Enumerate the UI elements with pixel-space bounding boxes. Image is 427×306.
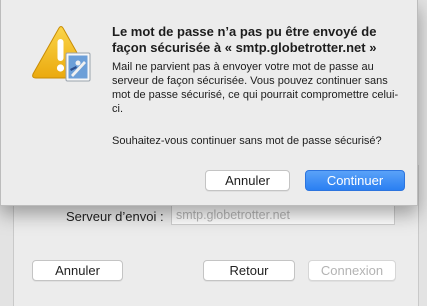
alert-question: Souhaitez-vous continuer sans mot de pas…: [112, 135, 382, 147]
outgoing-server-field[interactable]: smtp.globetrotter.net: [171, 205, 395, 225]
alert-title: Le mot de passe n’a pas pu être envoyé d…: [112, 24, 377, 55]
cancel-button[interactable]: Annuler: [205, 170, 290, 191]
outgoing-server-label: Serveur d’envoi :: [66, 209, 164, 224]
mail-stamp-icon: [65, 52, 91, 82]
connect-button[interactable]: Connexion: [308, 260, 396, 281]
continue-button[interactable]: Continuer: [305, 170, 405, 191]
back-button[interactable]: Retour: [203, 260, 295, 281]
insecure-password-alert: Le mot de passe n’a pas pu être envoyé d…: [0, 0, 418, 206]
sheet-cancel-button[interactable]: Annuler: [32, 260, 123, 281]
warning-icon: [32, 26, 91, 82]
alert-message: Mail ne parvient pas à envoyer votre mot…: [112, 61, 399, 115]
